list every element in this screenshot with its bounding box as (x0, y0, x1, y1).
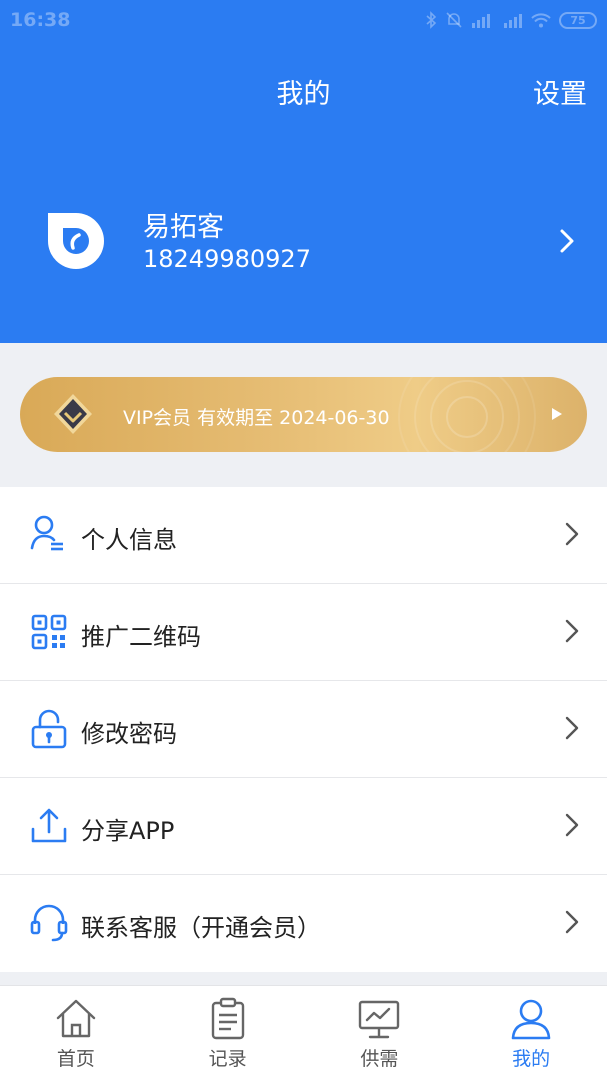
signal-hd-icon (504, 14, 522, 28)
chevron-right-icon (560, 229, 574, 253)
tab-records[interactable]: 记录 (152, 986, 304, 1080)
tab-home[interactable]: 首页 (0, 986, 152, 1080)
settings-button[interactable]: 设置 (533, 72, 587, 111)
wifi-icon (531, 13, 551, 28)
menu-item-share-app[interactable]: 分享APP (0, 778, 607, 875)
menu-item-label: 修改密码 (81, 720, 177, 748)
vip-membership-banner[interactable]: VIP会员 有效期至 2024-06-30 (20, 377, 587, 452)
profile-phone: 18249980927 (143, 245, 311, 273)
lock-icon (31, 709, 67, 749)
tab-label: 首页 (56, 1048, 95, 1070)
menu-item-qr-code[interactable]: 推广二维码 (0, 584, 607, 681)
chevron-right-icon (565, 716, 579, 740)
settings-menu: 个人信息 推广二维码 修改密码 分享APP 联系客服（开通会员） (0, 487, 607, 972)
person-icon (511, 999, 551, 1040)
menu-item-label: 联系客服（开通会员） (81, 914, 321, 942)
bluetooth-icon (426, 11, 437, 29)
home-icon (56, 999, 96, 1038)
profile-card[interactable]: 易拓客 18249980927 (0, 195, 607, 287)
bottom-tab-bar: 首页 记录 供需 我的 (0, 985, 607, 1080)
vip-status-text: VIP会员 有效期至 2024-06-30 (123, 407, 390, 429)
headset-icon (30, 904, 68, 942)
chevron-right-icon (565, 813, 579, 837)
signal-icon (472, 14, 490, 28)
menu-item-customer-service[interactable]: 联系客服（开通会员） (0, 875, 607, 972)
clipboard-icon (211, 997, 244, 1040)
mute-bell-icon (446, 12, 462, 28)
page-title: 我的 (276, 79, 331, 110)
chevron-right-icon (565, 619, 579, 643)
tab-supply-demand[interactable]: 供需 (304, 986, 456, 1080)
play-arrow-icon (552, 408, 562, 420)
menu-item-personal-info[interactable]: 个人信息 (0, 487, 607, 584)
qr-code-icon (31, 614, 67, 650)
avatar-logo-icon (48, 213, 104, 269)
tab-label: 供需 (360, 1048, 399, 1070)
chevron-right-icon (565, 910, 579, 934)
profile-header: 16:38 75 我的 设置 易拓客 18249980927 (0, 0, 607, 343)
menu-item-label: 推广二维码 (81, 623, 201, 651)
user-info-icon (30, 515, 63, 551)
decorative-rings (398, 377, 536, 452)
menu-item-label: 个人信息 (81, 526, 177, 554)
tab-mine[interactable]: 我的 (455, 986, 607, 1080)
share-icon (31, 808, 67, 843)
diamond-badge-icon (54, 394, 92, 434)
menu-item-label: 分享APP (81, 817, 175, 845)
tab-label: 记录 (208, 1048, 247, 1070)
profile-name: 易拓客 (143, 212, 224, 243)
status-time: 16:38 (10, 9, 71, 31)
battery-indicator: 75 (559, 11, 597, 29)
status-icons: 75 (425, 10, 597, 30)
tab-label: 我的 (512, 1048, 551, 1070)
chevron-right-icon (565, 522, 579, 546)
monitor-chart-icon (359, 1000, 400, 1039)
status-bar: 16:38 75 (0, 0, 607, 42)
menu-item-change-password[interactable]: 修改密码 (0, 681, 607, 778)
